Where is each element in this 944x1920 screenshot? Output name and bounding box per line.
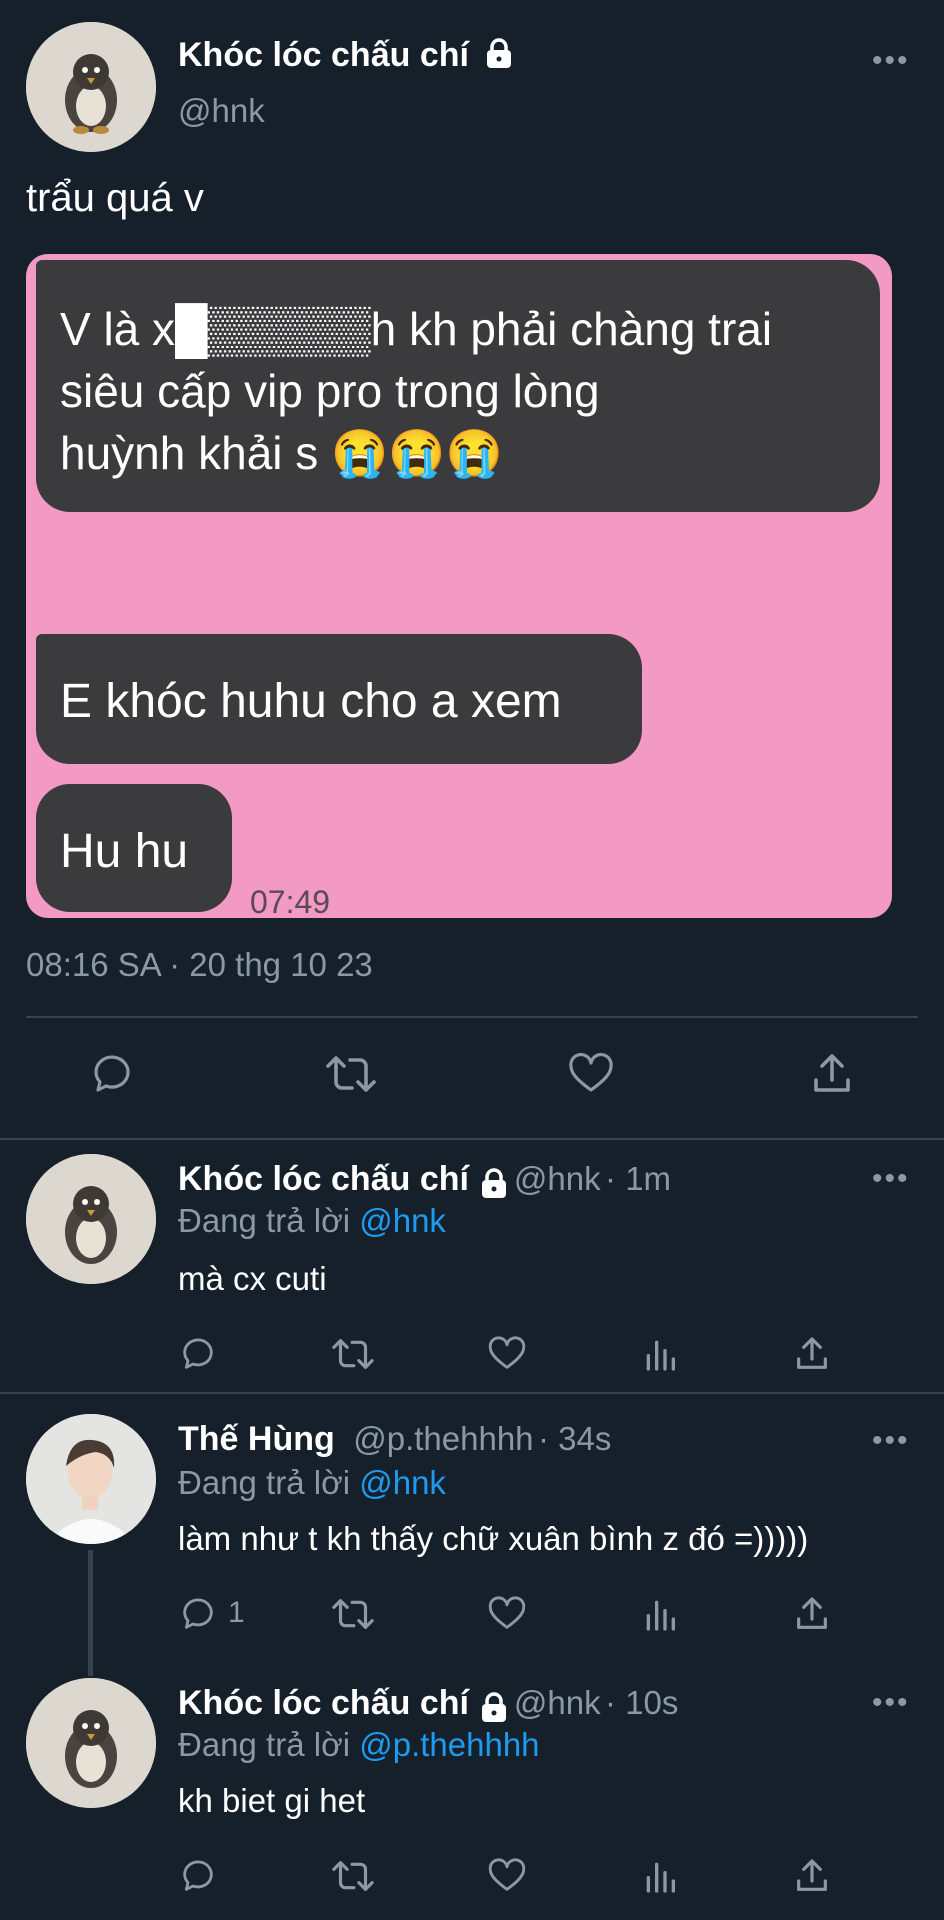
reply-time: · 10s: [605, 1684, 679, 1721]
reply-author-name[interactable]: Khóc lóc chấu chí: [178, 1684, 469, 1722]
reply-header: Khóc lóc chấu chí @hnk · 10s: [178, 1684, 678, 1728]
replying-to-label: Đang trả lời: [178, 1464, 351, 1501]
chat-bubble-3-text: Hu hu: [60, 825, 189, 878]
reply-author-handle[interactable]: @hnk: [514, 1160, 601, 1197]
share-icon[interactable]: [792, 1594, 832, 1634]
author-name-text: Khóc lóc chấu chí: [178, 36, 469, 74]
divider: [26, 1016, 918, 1018]
reply-icon[interactable]: [178, 1856, 218, 1896]
reply-time: · 1m: [605, 1160, 672, 1197]
chat-bubble-2-text: E khóc huhu cho a xem: [60, 675, 562, 728]
reply-text: mà cx cuti: [178, 1260, 327, 1297]
avatar[interactable]: [26, 1414, 156, 1544]
chat-bubble-1: V là x█▒▒▒▒▒h kh phải chàng trai siêu cấ…: [36, 260, 880, 512]
reply-header: Thế Hùng @p.thehhhh · 34s: [178, 1420, 611, 1459]
retweet-icon[interactable]: [324, 1050, 378, 1098]
tweet-timestamp[interactable]: 08:16 SA · 20 thg 10 23: [26, 946, 373, 984]
person-avatar-image: [26, 1414, 156, 1544]
replying-to-handle[interactable]: @hnk: [359, 1202, 446, 1239]
reply-icon[interactable]: [178, 1334, 218, 1374]
replying-to-label: Đang trả lời: [178, 1202, 351, 1239]
like-icon[interactable]: [486, 1856, 528, 1896]
chat-time: 07:49: [250, 884, 331, 918]
analytics-icon[interactable]: [640, 1594, 680, 1634]
analytics-icon[interactable]: [640, 1334, 680, 1374]
more-options-icon[interactable]: •••: [872, 1686, 910, 1720]
lock-icon: [479, 1691, 509, 1728]
reply-header: Khóc lóc chấu chí @hnk · 1m: [178, 1160, 671, 1204]
lock-icon: [479, 1167, 509, 1204]
chat-bubble-1-line-3: huỳnh khải s 😭😭😭: [60, 427, 503, 479]
like-icon[interactable]: [566, 1050, 616, 1098]
share-icon[interactable]: [792, 1334, 832, 1374]
replying-to-label: Đang trả lời: [178, 1726, 351, 1763]
reply-author-name[interactable]: Thế Hùng: [178, 1420, 335, 1458]
reply-text: kh biet gi het: [178, 1782, 366, 1819]
chat-bubble-1-line-1: V là x█▒▒▒▒▒h kh phải chàng trai: [60, 303, 773, 355]
reply-author-handle[interactable]: @hnk: [514, 1684, 601, 1721]
replying-to: Đang trả lời @hnk: [178, 1464, 446, 1502]
retweet-icon[interactable]: [330, 1334, 376, 1374]
penguin-plush-avatar-image: [26, 1154, 156, 1284]
penguin-plush-avatar-image: [26, 1678, 156, 1808]
share-icon[interactable]: [808, 1050, 856, 1098]
author-handle[interactable]: @hnk: [178, 92, 265, 130]
replying-to-handle[interactable]: @hnk: [359, 1464, 446, 1501]
divider: [0, 1138, 944, 1140]
reply-author-handle[interactable]: @p.thehhhh: [353, 1420, 533, 1457]
divider: [0, 1392, 944, 1394]
chat-bubble-1-line-2: siêu cấp vip pro trong lòng: [60, 365, 600, 417]
lock-icon: [484, 37, 514, 78]
reply-icon[interactable]: [88, 1050, 136, 1098]
like-icon[interactable]: [486, 1594, 528, 1634]
penguin-plush-avatar-image: [26, 22, 156, 152]
more-options-icon[interactable]: •••: [872, 44, 910, 78]
reply-time: · 34s: [537, 1420, 612, 1457]
avatar[interactable]: [26, 1154, 156, 1284]
chat-bubble-3: Hu hu: [36, 784, 232, 912]
reply-count: 1: [228, 1596, 245, 1629]
share-icon[interactable]: [792, 1856, 832, 1896]
avatar[interactable]: [26, 22, 156, 152]
thread-line: [88, 1550, 93, 1676]
replying-to-handle[interactable]: @p.thehhhh: [359, 1726, 539, 1763]
author-name[interactable]: Khóc lóc chấu chí: [178, 36, 514, 78]
avatar[interactable]: [26, 1678, 156, 1808]
more-options-icon[interactable]: •••: [872, 1162, 910, 1196]
reply-icon[interactable]: [178, 1594, 218, 1634]
retweet-icon[interactable]: [330, 1856, 376, 1896]
chat-bubble-2: E khóc huhu cho a xem: [36, 634, 642, 764]
tweet-image[interactable]: V là x█▒▒▒▒▒h kh phải chàng trai siêu cấ…: [26, 254, 892, 918]
replying-to: Đang trả lời @hnk: [178, 1202, 446, 1240]
reply-text: làm như t kh thấy chữ xuân bình z đó =))…: [178, 1520, 809, 1557]
analytics-icon[interactable]: [640, 1856, 680, 1896]
more-options-icon[interactable]: •••: [872, 1424, 910, 1458]
reply-author-name[interactable]: Khóc lóc chấu chí: [178, 1160, 469, 1198]
like-icon[interactable]: [486, 1334, 528, 1374]
retweet-icon[interactable]: [330, 1594, 376, 1634]
replying-to: Đang trả lời @p.thehhhh: [178, 1726, 540, 1764]
tweet-text: trẩu quá v: [26, 176, 204, 220]
